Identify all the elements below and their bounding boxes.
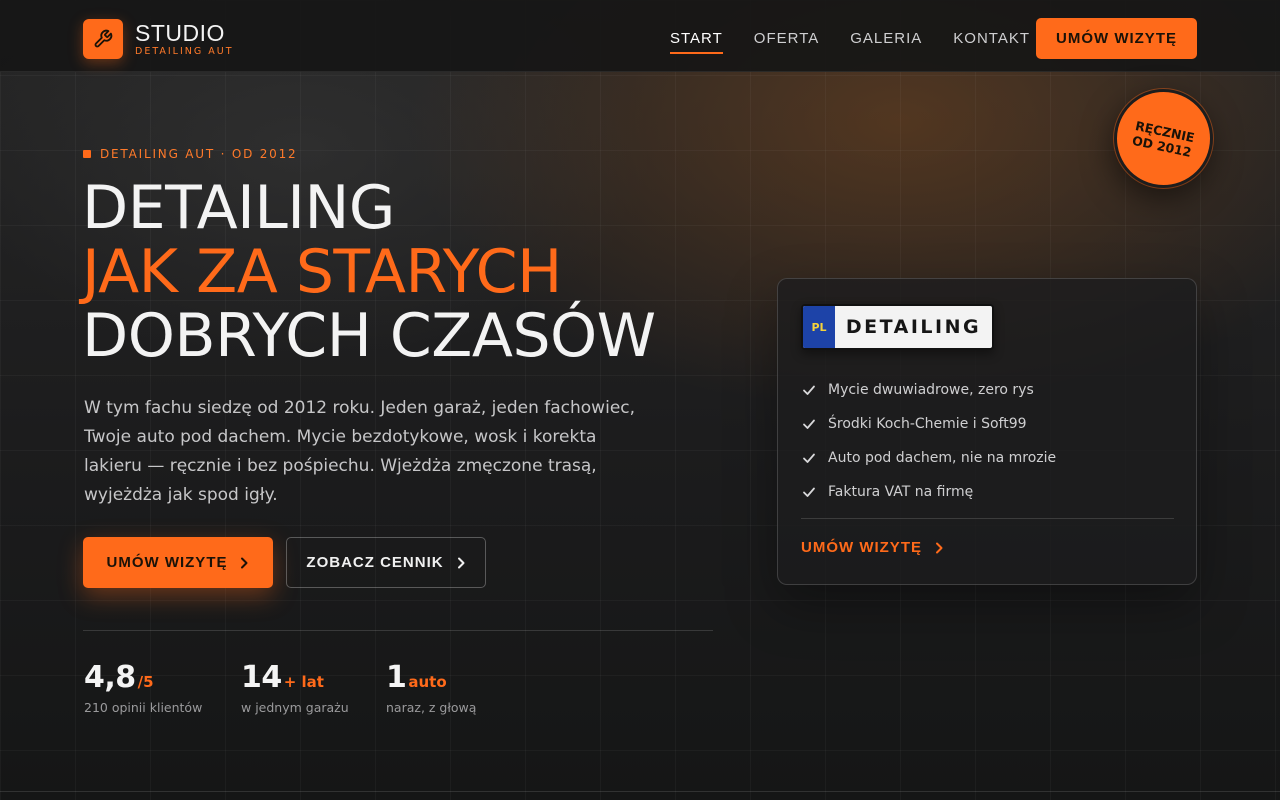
nav-item-kontakt[interactable]: KONTAKT bbox=[953, 30, 1030, 53]
since-badge: RĘCZNIE OD 2012 bbox=[1104, 79, 1223, 198]
check-icon bbox=[802, 417, 816, 431]
stat-rating-label: 210 opinii klientów bbox=[84, 700, 203, 715]
list-item: Faktura VAT na firmę bbox=[802, 475, 1056, 509]
chevron-right-icon bbox=[456, 557, 466, 569]
hero-title-line-3: DOBRYCH CZASÓW bbox=[82, 301, 656, 371]
card-divider bbox=[801, 518, 1174, 519]
license-plate: PL DETAILING bbox=[801, 304, 994, 350]
feature-text: Środki Koch-Chemie i Soft99 bbox=[828, 416, 1027, 432]
hero-title-line-1: DETAILING bbox=[82, 173, 395, 243]
list-item: Środki Koch-Chemie i Soft99 bbox=[802, 407, 1056, 441]
logo[interactable]: STUDIO DETAILING AUT bbox=[83, 19, 234, 59]
stat-rating: 4,8 /5 210 opinii klientów bbox=[84, 660, 202, 715]
logo-subtitle: DETAILING AUT bbox=[135, 45, 234, 57]
nav-item-galeria[interactable]: GALERIA bbox=[850, 30, 922, 53]
main-nav: START OFERTA GALERIA KONTAKT bbox=[670, 30, 1061, 54]
stat-years-value: 14 bbox=[241, 660, 282, 695]
square-bullet-icon bbox=[83, 150, 91, 158]
feature-text: Faktura VAT na firmę bbox=[828, 484, 974, 500]
plate-text: DETAILING bbox=[845, 316, 982, 338]
hero-description: W tym fachu siedzę od 2012 roku. Jeden g… bbox=[84, 398, 636, 505]
hero-title-line-2: JAK ZA STARYCH bbox=[82, 237, 562, 307]
stat-cars-value: 1 bbox=[386, 660, 407, 695]
stat-cars-suffix: auto bbox=[408, 673, 447, 691]
hero-eyebrow: DETAILING AUT · OD 2012 bbox=[83, 147, 298, 161]
stat-years-label: w jednym garażu bbox=[241, 700, 349, 715]
stat-years-suffix: + lat bbox=[283, 673, 324, 691]
stat-cars: 1 auto naraz, z głową bbox=[386, 660, 476, 715]
card-book-link[interactable]: UMÓW WIZYTĘ bbox=[801, 539, 944, 556]
check-icon bbox=[802, 451, 816, 465]
see-pricing-button[interactable]: ZOBACZ CENNIK bbox=[286, 537, 486, 588]
bottom-divider bbox=[0, 791, 1280, 792]
wrench-icon bbox=[83, 19, 123, 59]
book-visit-button[interactable]: UMÓW WIZYTĘ bbox=[83, 537, 273, 588]
list-item: Mycie dwuwiadrowe, zero rys bbox=[802, 373, 1056, 407]
check-icon bbox=[802, 485, 816, 499]
eyebrow-text: DETAILING AUT · OD 2012 bbox=[100, 147, 298, 161]
stats-divider bbox=[83, 630, 713, 631]
features-card: PL DETAILING Mycie dwuwiadrowe, zero rys… bbox=[777, 278, 1197, 585]
stat-rating-suffix: /5 bbox=[137, 673, 154, 691]
book-visit-label: UMÓW WIZYTĘ bbox=[106, 554, 228, 571]
feature-text: Auto pod dachem, nie na mrozie bbox=[828, 450, 1057, 466]
card-book-link-label: UMÓW WIZYTĘ bbox=[801, 539, 922, 556]
check-icon bbox=[802, 383, 816, 397]
chevron-right-icon bbox=[934, 542, 944, 554]
chevron-right-icon bbox=[239, 557, 249, 569]
logo-title: STUDIO bbox=[135, 19, 225, 46]
feature-text: Mycie dwuwiadrowe, zero rys bbox=[828, 382, 1034, 398]
feature-list: Mycie dwuwiadrowe, zero rys Środki Koch-… bbox=[802, 373, 1056, 509]
nav-item-start[interactable]: START bbox=[670, 30, 723, 54]
list-item: Auto pod dachem, nie na mrozie bbox=[802, 441, 1056, 475]
site-header: STUDIO DETAILING AUT START OFERTA GALERI… bbox=[0, 0, 1280, 72]
hero-title: DETAILING JAK ZA STARYCH DOBRYCH CZASÓW bbox=[82, 176, 656, 368]
see-pricing-label: ZOBACZ CENNIK bbox=[306, 554, 444, 571]
stat-rating-value: 4,8 bbox=[84, 660, 136, 695]
stat-cars-label: naraz, z głową bbox=[386, 700, 477, 715]
nav-item-oferta[interactable]: OFERTA bbox=[754, 30, 819, 53]
header-book-button[interactable]: UMÓW WIZYTĘ bbox=[1036, 18, 1197, 59]
plate-country: PL bbox=[803, 306, 835, 348]
stat-years: 14 + lat w jednym garażu bbox=[241, 660, 349, 715]
